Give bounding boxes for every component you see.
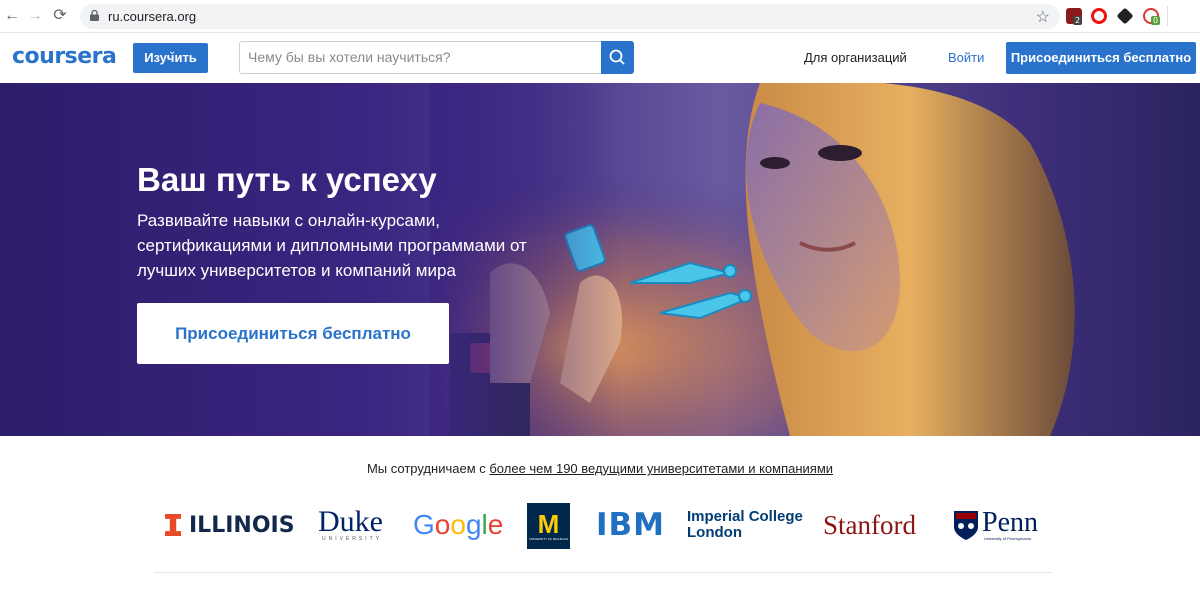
browser-toolbar: ← → ⟳ ru.coursera.org ☆ 2 0 [0, 0, 1200, 33]
google-letter: o [450, 509, 466, 540]
imperial-logo[interactable]: Imperial College London [687, 500, 803, 550]
ibm-logo[interactable]: IBM [596, 500, 665, 550]
search-input[interactable]: Чему бы вы хотели научиться? [239, 41, 602, 74]
toolbar-divider [1167, 6, 1168, 26]
penn-shield-icon [954, 511, 978, 540]
extension-badge: 2 [1073, 16, 1083, 25]
google-logo[interactable]: Google [413, 500, 503, 550]
google-letter: o [434, 509, 451, 540]
duke-wordmark: Duke [318, 505, 383, 538]
back-icon[interactable]: ← [2, 6, 22, 26]
search-icon [609, 49, 625, 65]
partners-intro: Мы сотрудничаем с [366, 461, 490, 476]
for-business-link[interactable]: Для организаций [804, 50, 907, 65]
opera-extension-icon[interactable] [1091, 8, 1107, 24]
michigan-subtitle: UNIVERSITY OF MICHIGAN [529, 537, 568, 541]
google-letter: g [465, 509, 482, 540]
join-free-button[interactable]: Присоединиться бесплатно [1006, 42, 1196, 74]
chevron-down-icon: ⌄ [168, 46, 177, 57]
duke-subtitle: UNIVERSITY [322, 536, 383, 542]
cube-extension-icon[interactable] [1116, 7, 1134, 25]
imperial-line-2: London [687, 524, 742, 541]
penn-subtitle: University of Pennsylvania [984, 535, 1031, 541]
hero-subtitle: Развивайте навыки с онлайн-курсами, серт… [137, 211, 527, 280]
illinois-logo[interactable]: I ILLINOIS [165, 500, 295, 550]
forward-icon[interactable]: → [25, 6, 45, 26]
bookmark-star-icon[interactable]: ☆ [1036, 7, 1050, 27]
url-text: ru.coursera.org [108, 9, 197, 24]
michigan-mark: M [537, 509, 560, 539]
site-header: coursera Изучить Чему бы вы хотели научи… [0, 33, 1200, 83]
lock-icon [90, 10, 99, 21]
illinois-mark: I [165, 514, 181, 536]
duke-logo[interactable]: Duke UNIVERSITY [318, 500, 383, 550]
login-link[interactable]: Войти [948, 50, 984, 65]
google-letter: e [487, 509, 504, 540]
google-letter: G [413, 509, 435, 540]
section-divider [154, 572, 1052, 573]
reload-icon[interactable]: ⟳ [50, 6, 70, 26]
search-button[interactable] [601, 41, 634, 74]
coursera-logo[interactable]: coursera [12, 44, 117, 69]
address-bar[interactable]: ru.coursera.org ☆ [80, 4, 1060, 29]
hero-title: Ваш путь к успеху [137, 161, 437, 198]
hero-banner: Ваш путь к успеху Развивайте навыки с он… [0, 83, 1200, 436]
extension-badge: 0 [1151, 16, 1161, 25]
penn-logo[interactable]: Penn University of Pennsylvania [952, 500, 1038, 550]
stanford-wordmark: Stanford [823, 509, 916, 540]
illinois-wordmark: ILLINOIS [189, 512, 295, 538]
penn-wordmark: Penn [982, 506, 1038, 538]
michigan-logo[interactable]: M UNIVERSITY OF MICHIGAN [527, 503, 570, 549]
imperial-line-1: Imperial College [687, 508, 803, 525]
hero-join-button[interactable]: Присоединиться бесплатно [137, 303, 449, 364]
partners-text: Мы сотрудничаем с более чем 190 ведущими… [0, 461, 1200, 476]
ibm-wordmark: IBM [596, 507, 666, 543]
stanford-logo[interactable]: Stanford [823, 500, 916, 550]
partners-link[interactable]: более чем 190 ведущими университетами и … [489, 461, 833, 476]
